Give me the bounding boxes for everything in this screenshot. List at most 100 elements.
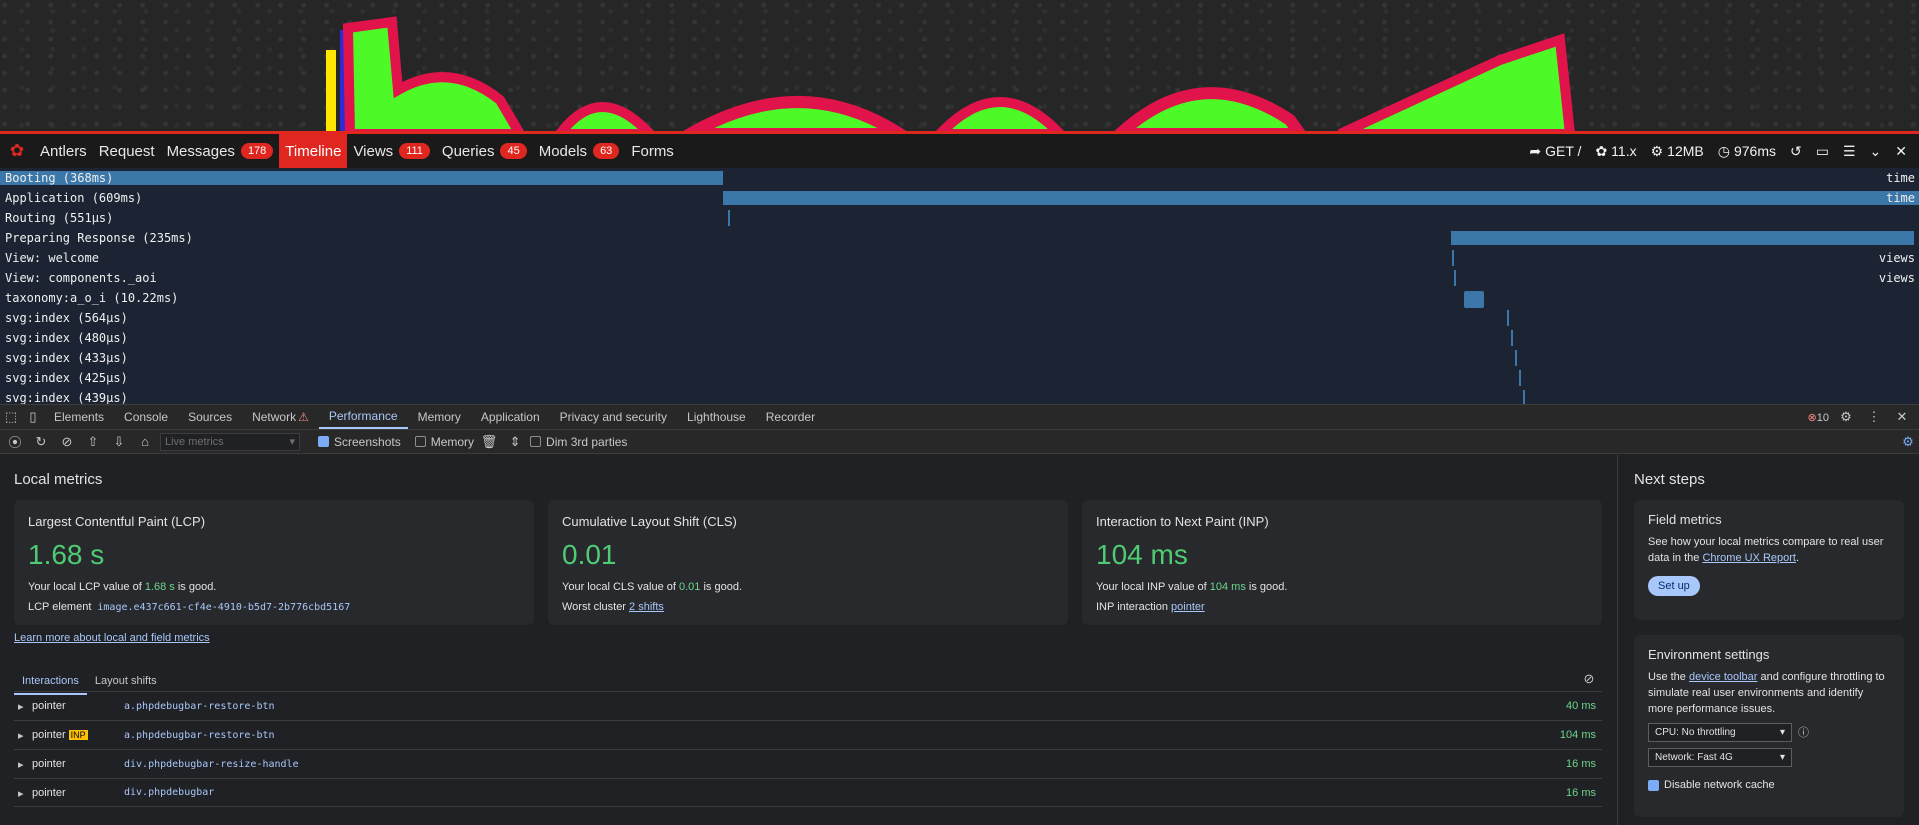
debugbar-tab-request[interactable]: Request — [93, 134, 161, 168]
screenshots-checkbox[interactable]: Screenshots — [318, 435, 401, 449]
device-toolbar-link[interactable]: device toolbar — [1689, 671, 1758, 683]
debugbar-tab-antlers[interactable]: Antlers — [34, 134, 93, 168]
memory-checkbox[interactable]: Memory — [414, 434, 475, 449]
cpu-throttling-select[interactable]: CPU: No throttling ▾ — [1648, 723, 1792, 742]
checkbox-label: Memory — [430, 434, 475, 449]
duration-indicator[interactable]: ◷ 976ms — [1718, 143, 1776, 160]
laravel-logo-icon[interactable]: ✿ — [0, 141, 34, 161]
tab-elements[interactable]: Elements — [44, 405, 114, 429]
clear-interactions-icon[interactable]: ⊘ — [1578, 669, 1600, 689]
interaction-selector[interactable]: div.phpdebugbar — [124, 787, 214, 798]
memory-indicator[interactable]: ⚙ 12MB — [1651, 143, 1704, 160]
select-value: Network: Fast 4G — [1655, 751, 1733, 763]
error-counter[interactable]: ⊗10 — [1808, 411, 1829, 424]
more-options-icon[interactable]: ⋮ — [1863, 407, 1885, 427]
card-description: Your local LCP value of 1.68 s is good. — [28, 581, 520, 593]
folder-open-icon[interactable]: ▭ — [1816, 143, 1829, 160]
timeline-bar — [1452, 250, 1454, 266]
tab-network[interactable]: Network ⚠ — [242, 405, 319, 429]
desc-highlight: 0.01 — [679, 581, 701, 593]
debugbar-tab-models[interactable]: Models 63 — [533, 134, 626, 168]
tab-label: Models — [538, 142, 588, 160]
worst-cluster-link[interactable]: 2 shifts — [629, 601, 664, 613]
lcp-element-link[interactable]: image.e437c661-cf4e-4910-b5d7-2b776cbd51… — [97, 602, 350, 613]
debugbar-tab-queries[interactable]: Queries 45 — [436, 134, 533, 168]
inp-interaction-link[interactable]: pointer — [1171, 601, 1205, 613]
interaction-row[interactable]: pointerdiv.phpdebugbar 16 ms — [14, 778, 1602, 807]
disable-cache-checkbox[interactable]: Disable network cache — [1648, 777, 1890, 793]
warning-icon: ⚠ — [298, 410, 309, 424]
clear-icon[interactable]: ⊘ — [56, 432, 78, 452]
interaction-row[interactable]: pointera.phpdebugbar-restore-btn 40 ms — [14, 691, 1602, 720]
timeline-bar — [1464, 291, 1484, 308]
settings-icon[interactable]: ⚙ — [1835, 407, 1857, 427]
timeline-row: View: welcome views — [0, 248, 1919, 268]
route-indicator[interactable]: ➦ GET / — [1529, 143, 1581, 160]
next-steps-title: Next steps — [1634, 471, 1705, 488]
timeline-collector: time — [1886, 171, 1915, 185]
debugbar-tab-forms[interactable]: Forms — [625, 134, 680, 168]
timeline-collector: time — [1886, 191, 1915, 205]
info-icon[interactable]: ⓘ — [1798, 725, 1809, 741]
sliders-icon[interactable]: ☰ — [1843, 143, 1856, 160]
debugbar-tab-timeline[interactable]: Timeline — [279, 134, 348, 168]
tab-label: Timeline — [285, 142, 342, 160]
tab-privacy-and-security[interactable]: Privacy and security — [550, 405, 677, 429]
inp-badge: INP — [68, 730, 88, 740]
hero-graffiti-logo — [326, 16, 1576, 134]
tab-memory[interactable]: Memory — [408, 405, 471, 429]
chevron-down-icon[interactable]: ⌄ — [1870, 143, 1882, 160]
interaction-row[interactable]: pointerdiv.phpdebugbar-resize-handle 16 m… — [14, 749, 1602, 778]
checkbox-checked-icon — [318, 436, 329, 447]
tab-performance[interactable]: Performance — [318, 405, 408, 429]
card-title: Cumulative Layout Shift (CLS) — [562, 514, 737, 529]
dim-third-parties-checkbox[interactable]: Dim 3rd parties — [530, 435, 627, 449]
tab-recorder[interactable]: Recorder — [756, 405, 825, 429]
tab-label: Request — [98, 142, 155, 160]
capture-settings-icon[interactable]: ⇕ — [504, 432, 526, 452]
interaction-selector[interactable]: div.phpdebugbar-resize-handle — [124, 759, 299, 770]
close-icon[interactable]: ✕ — [1891, 407, 1913, 427]
capture-gear-icon[interactable]: ⚙ — [1897, 432, 1919, 452]
timeline-label: svg:index (439μs) — [5, 391, 128, 404]
timeline-collector: views — [1878, 271, 1915, 285]
history-icon[interactable]: ↺ — [1790, 143, 1802, 160]
tab-sources[interactable]: Sources — [178, 405, 242, 429]
tab-label: Network — [252, 410, 297, 424]
timeline-bar — [1507, 310, 1509, 326]
version-indicator[interactable]: ✿ 11.x — [1595, 143, 1636, 160]
reload-record-icon[interactable]: ↻ — [30, 432, 52, 452]
environment-settings-card: Environment settings Use the device tool… — [1634, 635, 1904, 817]
debugbar-tab-messages[interactable]: Messages 178 — [161, 134, 280, 168]
inspect-element-icon[interactable]: ⬚ — [0, 407, 22, 427]
card-value: 0.01 — [562, 539, 617, 570]
debugbar-tab-views[interactable]: Views 111 — [347, 134, 435, 168]
devtools-tab-bar: ⬚ ▯ Elements Console Sources Network ⚠ Pe… — [0, 404, 1919, 430]
tab-application[interactable]: Application — [471, 405, 550, 429]
garbage-collect-icon[interactable]: 🗑 — [478, 432, 500, 452]
home-icon[interactable]: ⌂ — [134, 432, 156, 452]
network-throttling-select[interactable]: Network: Fast 4G ▾ — [1648, 748, 1792, 767]
card-element: Worst cluster 2 shifts — [562, 601, 1054, 613]
timeline-label: taxonomy:a_o_i (10.22ms) — [5, 291, 179, 305]
close-icon[interactable]: ✕ — [1895, 143, 1907, 160]
text: . — [1795, 552, 1800, 564]
device-toolbar-icon[interactable]: ▯ — [22, 407, 44, 427]
timeline-label: svg:index (480μs) — [5, 331, 128, 345]
recording-select[interactable]: Live metrics ▾ — [160, 432, 300, 451]
field-metrics-card: Field metrics See how your local metrics… — [1634, 500, 1904, 620]
interaction-row[interactable]: pointerINPa.phpdebugbar-restore-btn104 m… — [14, 720, 1602, 749]
environment-text: Use the device toolbar and configure thr… — [1648, 669, 1890, 717]
interaction-selector[interactable]: a.phpdebugbar-restore-btn — [124, 701, 275, 712]
learn-more-link[interactable]: Learn more about local and field metrics — [14, 632, 210, 644]
local-metrics-title: Local metrics — [14, 471, 103, 488]
chrome-ux-report-link[interactable]: Chrome UX Report — [1702, 552, 1796, 564]
tab-console[interactable]: Console — [114, 405, 178, 429]
record-icon[interactable]: ⦿ — [4, 432, 26, 452]
set-up-button[interactable]: Set up — [1648, 576, 1700, 596]
upload-icon[interactable]: ⇧ — [82, 432, 104, 452]
tab-lighthouse[interactable]: Lighthouse — [677, 405, 756, 429]
interaction-selector[interactable]: a.phpdebugbar-restore-btn — [124, 730, 275, 741]
timeline-bar — [1519, 370, 1521, 386]
download-icon[interactable]: ⇩ — [108, 432, 130, 452]
